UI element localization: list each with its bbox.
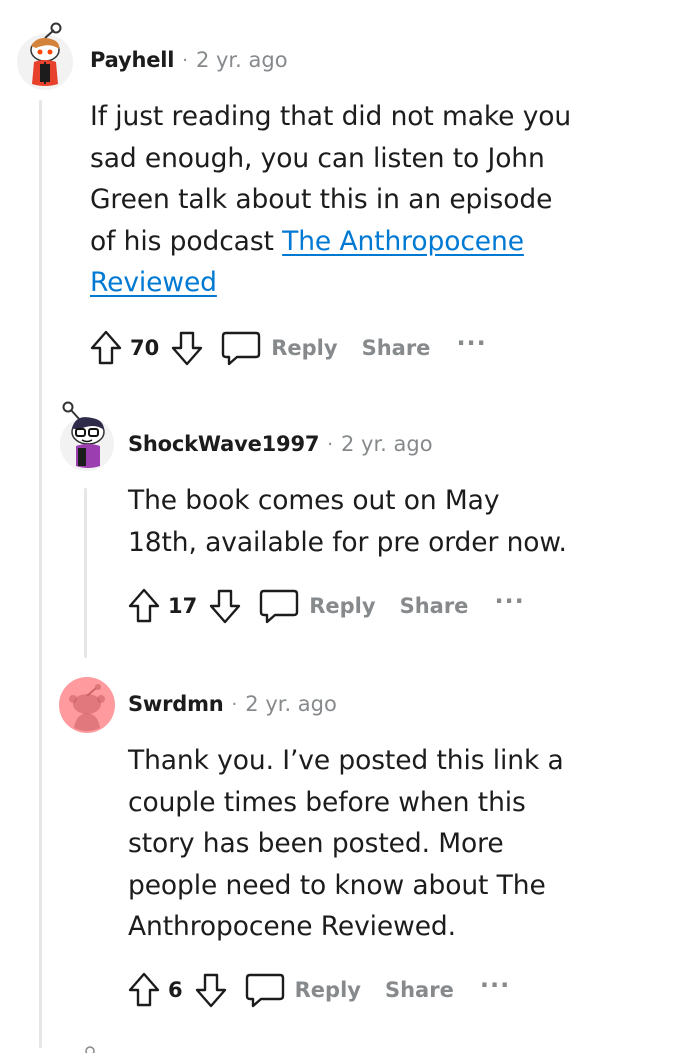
thread-line-level-2[interactable] — [84, 488, 87, 658]
comment-body: Thank you. I’ve posted this link a coupl… — [128, 740, 564, 948]
reply-label[interactable]: Reply — [295, 978, 361, 1002]
reply-button[interactable]: Reply — [245, 971, 361, 1009]
vote-count: 17 — [168, 594, 198, 618]
podcast-link-continued[interactable]: Reviewed — [90, 267, 217, 298]
reply-label[interactable]: Reply — [309, 594, 375, 618]
podcast-link[interactable]: The Anthropocene — [282, 226, 524, 257]
more-options-icon[interactable]: ··· — [494, 587, 524, 615]
timestamp[interactable]: 2 yr. ago — [341, 432, 433, 456]
snoo-avatar-icon — [59, 677, 115, 733]
snoo-avatar-icon — [17, 22, 73, 90]
comment-actions: 70 Reply Share ··· — [86, 326, 487, 370]
speech-bubble-icon — [260, 589, 299, 624]
snoo-avatar-icon — [85, 1046, 95, 1056]
avatar[interactable] — [58, 676, 116, 734]
reply-button[interactable]: Reply — [221, 329, 338, 367]
comment-actions: 6 Reply Share ··· — [124, 968, 510, 1012]
thread-line-level-1[interactable] — [39, 100, 42, 1048]
username[interactable]: ShockWave1997 — [128, 432, 319, 456]
comment-line: 18th, available for pre order now. — [128, 526, 567, 558]
upvote-arrow-icon[interactable] — [86, 329, 126, 367]
speech-bubble-icon — [222, 331, 261, 366]
reply-label[interactable]: Reply — [271, 336, 337, 360]
comment-line: people need to know about The — [128, 869, 546, 901]
separator: · — [182, 49, 188, 71]
username[interactable]: Swrdmn — [128, 692, 224, 716]
username[interactable]: Payhell — [90, 48, 174, 72]
avatar[interactable] — [14, 22, 76, 92]
downvote-arrow-icon[interactable] — [191, 971, 231, 1009]
timestamp[interactable]: 2 yr. ago — [196, 48, 288, 72]
more-options-icon[interactable]: ··· — [456, 329, 486, 357]
separator: · — [231, 693, 238, 715]
comment-line: Thank you. I’ve posted this link a — [128, 745, 564, 776]
comment-actions: 17 Reply Share ··· — [124, 584, 525, 628]
comment-line: story has been posted. More — [128, 828, 504, 859]
comment-body: The book comes out on May 18th, availabl… — [128, 480, 567, 563]
upvote-arrow-icon[interactable] — [124, 587, 164, 625]
comment-meta: Payhell · 2 yr. ago — [90, 48, 288, 72]
timestamp[interactable]: 2 yr. ago — [245, 692, 337, 716]
comment-meta: Swrdmn · 2 yr. ago — [128, 692, 337, 716]
share-button[interactable]: Share — [400, 594, 469, 618]
downvote-arrow-icon[interactable] — [167, 329, 207, 367]
comment-line: If just reading that did not make you — [90, 101, 572, 132]
comment-line: The book comes out on May — [128, 485, 500, 516]
separator: · — [327, 433, 334, 455]
comment-meta: ShockWave1997 · 2 yr. ago — [128, 432, 433, 456]
speech-bubble-icon — [245, 973, 284, 1008]
vote-count: 70 — [130, 336, 160, 360]
reply-button[interactable]: Reply — [259, 587, 376, 625]
comment-line: of his podcast The Anthropocene — [90, 221, 571, 263]
snoo-avatar-icon — [60, 401, 114, 471]
more-options-icon[interactable]: ··· — [480, 971, 510, 999]
comment-text: of his podcast — [90, 225, 283, 257]
upvote-arrow-icon[interactable] — [124, 971, 164, 1009]
comment-line: Green talk about this in an episode — [90, 184, 553, 215]
comment-line: Anthropocene Reviewed. — [128, 911, 456, 942]
comment-body: If just reading that did not make you sa… — [90, 96, 571, 304]
comment-line: sad enough, you can listen to John — [90, 142, 545, 174]
share-button[interactable]: Share — [385, 978, 454, 1002]
downvote-arrow-icon[interactable] — [205, 587, 245, 625]
comment-line: couple times before when this — [128, 786, 526, 818]
vote-count: 6 — [168, 978, 183, 1002]
avatar[interactable] — [56, 400, 118, 472]
comment-line: Reviewed — [90, 262, 571, 304]
share-button[interactable]: Share — [362, 336, 431, 360]
